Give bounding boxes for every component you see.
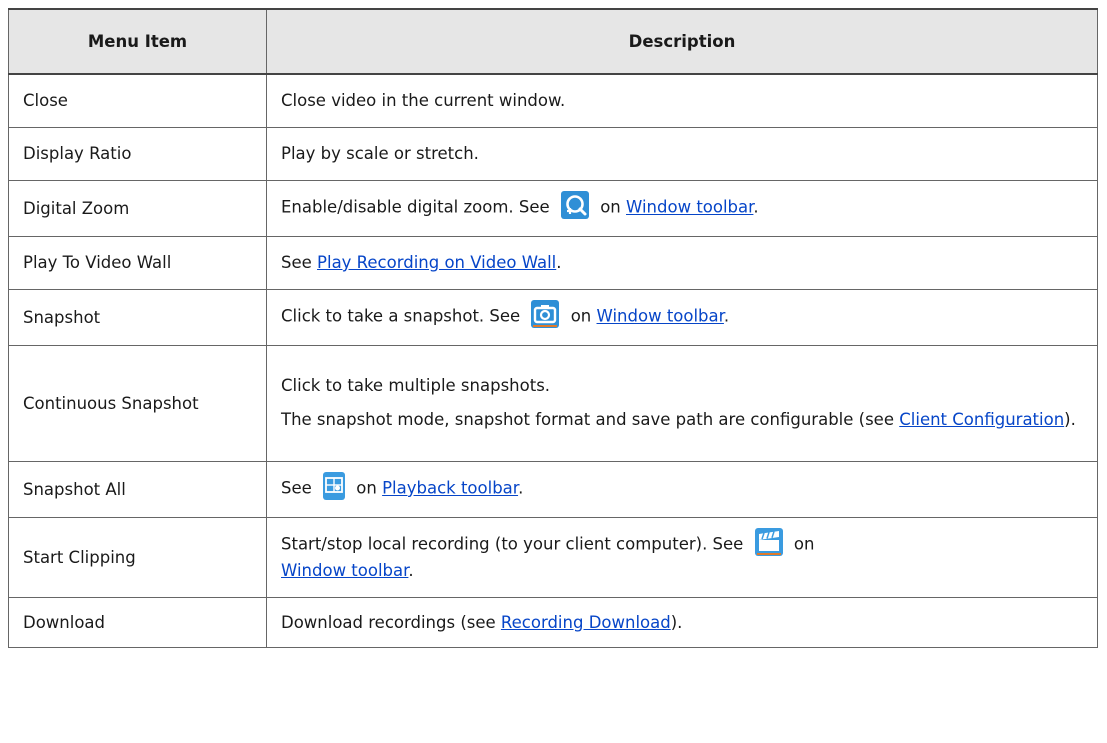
menu-item-description: Click to take multiple snapshots. The sn… [266, 344, 1098, 462]
table-row: Continuous Snapshot Click to take multip… [8, 344, 1098, 462]
menu-item-description: Enable/disable digital zoom. See on Wind… [266, 179, 1098, 237]
playback-toolbar-link[interactable]: Playback toolbar [382, 479, 518, 498]
menu-item-name: Snapshot [8, 288, 267, 346]
digital-zoom-icon [560, 191, 589, 219]
menu-item-name: Play To Video Wall [8, 235, 267, 290]
table-row: Display Ratio Play by scale or stretch. [8, 126, 1098, 181]
description-text: Download recordings (see [281, 612, 496, 632]
menu-item-name: Close [8, 73, 267, 128]
menu-item-name: Display Ratio [8, 126, 267, 181]
description-text: . [753, 197, 759, 217]
table-row: Start Clipping Start/stop local recordin… [8, 516, 1098, 598]
description-text: Enable/disable digital zoom. See [281, 197, 550, 217]
menu-item-name: Download [8, 596, 267, 648]
menu-item-name: Start Clipping [8, 516, 267, 598]
window-toolbar-link[interactable]: Window toolbar [281, 561, 408, 580]
description-text: on [570, 306, 592, 326]
snapshot-all-icon [323, 472, 346, 500]
menu-item-name: Continuous Snapshot [8, 344, 267, 462]
description-line: Start/stop local recording (to your clie… [281, 528, 1083, 559]
menu-item-name: Digital Zoom [8, 179, 267, 237]
description-text: See [281, 478, 312, 498]
window-toolbar-link[interactable]: Window toolbar [597, 307, 724, 326]
table-row: Play To Video Wall See Play Recording on… [8, 235, 1098, 290]
description-text: on [600, 197, 621, 217]
description-text: Click to take a snapshot. See [281, 306, 521, 326]
table-row: Snapshot All See on Playback toolbar. [8, 460, 1098, 518]
description-line: Window toolbar. [281, 559, 1083, 583]
menu-item-description: Play by scale or stretch. [266, 126, 1098, 181]
menu-item-description: See Play Recording on Video Wall. [266, 235, 1098, 290]
menu-item-description: See on Playback toolbar. [266, 460, 1098, 518]
client-configuration-link[interactable]: Client Configuration [899, 410, 1064, 429]
description-text: ). [670, 612, 683, 632]
header-description: Description [266, 8, 1098, 75]
menu-item-description: Click to take a snapshot. See on Window … [266, 288, 1098, 346]
menu-item-description: Close video in the current window. [266, 73, 1098, 128]
description-text: on [356, 478, 377, 498]
table-row: Snapshot Click to take a snapshot. See o… [8, 288, 1098, 346]
table-row: Digital Zoom Enable/disable digital zoom… [8, 179, 1098, 237]
menu-item-table: Menu Item Description Close Close video … [8, 8, 1098, 648]
play-recording-video-wall-link[interactable]: Play Recording on Video Wall [317, 253, 556, 272]
description-paragraph: The snapshot mode, snapshot format and s… [281, 407, 1083, 433]
clapperboard-icon [754, 528, 783, 556]
description-text: . [518, 478, 524, 498]
table-row: Close Close video in the current window. [8, 73, 1098, 128]
camera-icon [531, 300, 560, 328]
description-text: Click to take multiple snapshots. [281, 376, 551, 395]
header-menu-item: Menu Item [8, 8, 267, 75]
recording-download-link[interactable]: Recording Download [501, 613, 671, 632]
window-toolbar-link[interactable]: Window toolbar [626, 198, 753, 217]
menu-item-description: Start/stop local recording (to your clie… [266, 516, 1098, 598]
menu-item-name: Snapshot All [8, 460, 267, 518]
description-text: . [723, 306, 730, 326]
menu-item-description: Download recordings (see Recording Downl… [266, 596, 1098, 648]
table-row: Download Download recordings (see Record… [8, 596, 1098, 648]
description-text: ). [1064, 410, 1076, 429]
description-text: on [793, 534, 815, 554]
description-text: . [556, 253, 562, 272]
description-text: The snapshot mode, snapshot format and s… [281, 410, 894, 429]
description-text: . [408, 561, 414, 580]
table-header-row: Menu Item Description [8, 8, 1098, 75]
description-text: Start/stop local recording (to your clie… [281, 534, 744, 554]
description-text: See [281, 253, 312, 272]
